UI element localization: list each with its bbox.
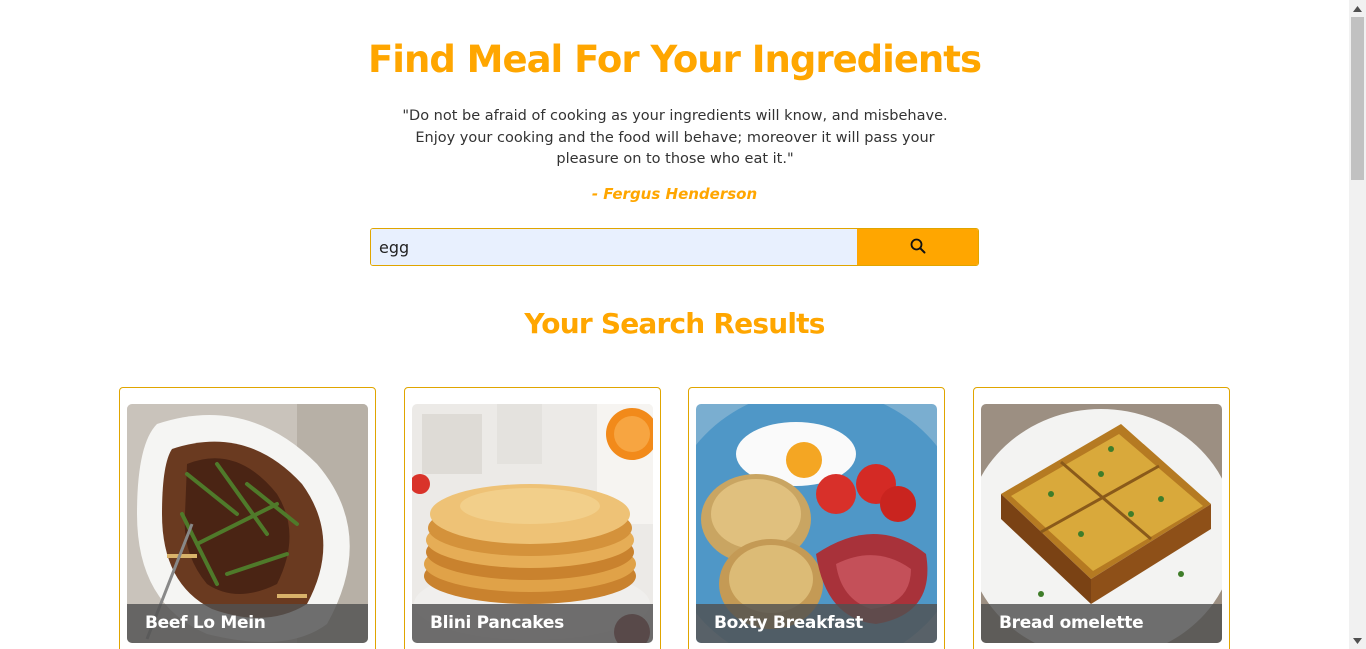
meal-card[interactable]: Blini Pancakes — [404, 387, 661, 649]
page: Find Meal For Your Ingredients "Do not b… — [0, 0, 1349, 649]
ingredient-search-input[interactable] — [371, 229, 857, 265]
meal-name: Boxty Breakfast — [696, 604, 937, 643]
search-bar — [370, 228, 979, 266]
scroll-up-arrow-icon[interactable] — [1349, 0, 1366, 17]
meal-image[interactable]: Blini Pancakes — [412, 404, 653, 643]
meal-card[interactable]: Bread omelette — [973, 387, 1230, 649]
meal-image[interactable]: Boxty Breakfast — [696, 404, 937, 643]
meal-card[interactable]: Beef Lo Mein — [119, 387, 376, 649]
meal-image[interactable]: Beef Lo Mein — [127, 404, 368, 643]
meal-card[interactable]: Boxty Breakfast — [688, 387, 945, 649]
scroll-down-arrow-icon[interactable] — [1349, 632, 1366, 649]
scrollbar-thumb[interactable] — [1351, 17, 1364, 180]
page-title: Find Meal For Your Ingredients — [368, 38, 982, 81]
quote-text: "Do not be afraid of cooking as your ing… — [402, 108, 948, 167]
meal-name: Blini Pancakes — [412, 604, 653, 643]
meal-image[interactable]: Bread omelette — [981, 404, 1222, 643]
page-scrollbar[interactable] — [1349, 0, 1366, 649]
search-icon — [910, 238, 926, 257]
meal-name: Bread omelette — [981, 604, 1222, 643]
results-title: Your Search Results — [524, 307, 825, 340]
meal-name: Beef Lo Mein — [127, 604, 368, 643]
quote-author: - Fergus Henderson — [591, 185, 758, 203]
search-button[interactable] — [857, 229, 978, 265]
